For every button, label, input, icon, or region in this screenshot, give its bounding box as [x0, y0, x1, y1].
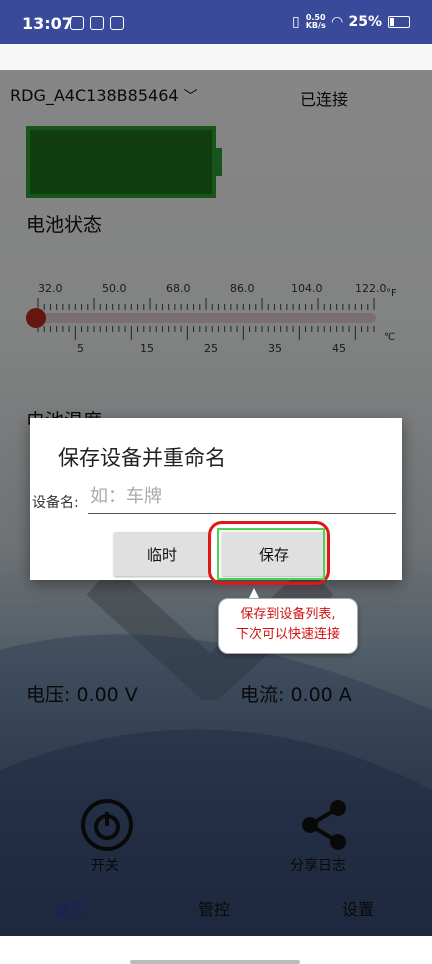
- home-gesture-pill[interactable]: [130, 960, 300, 964]
- mail-icon: [110, 16, 124, 30]
- notification-icon: [70, 16, 84, 30]
- tooltip-line-2: 下次可以快速连接: [235, 627, 340, 642]
- save-tooltip: 保存到设备列表, 下次可以快速连接: [218, 598, 358, 654]
- status-right: ▯ 0.50 KB/s ◠ 25%: [292, 14, 410, 30]
- tooltip-line-1: 保存到设备列表,: [240, 607, 336, 622]
- device-name-input[interactable]: [88, 480, 396, 514]
- battery-icon: [388, 16, 410, 28]
- battery-percent: 25%: [348, 14, 382, 30]
- wifi-icon: ◠: [331, 14, 343, 30]
- dialog-title: 保存设备并重命名: [58, 446, 226, 470]
- status-time: 13:07: [22, 14, 73, 33]
- notification-icons: [70, 16, 124, 30]
- vibrate-icon: ▯: [292, 14, 300, 30]
- device-name-label: 设备名:: [32, 495, 79, 511]
- system-nav-bar: [0, 936, 432, 964]
- save-focus-frame: [217, 528, 325, 580]
- temporary-button[interactable]: 临时: [114, 532, 210, 576]
- status-bar: 13:07 ▯ 0.50 KB/s ◠ 25%: [0, 0, 432, 44]
- play-icon: [90, 16, 104, 30]
- app-top-strip: [0, 44, 432, 70]
- net-speed: 0.50 KB/s: [305, 13, 326, 30]
